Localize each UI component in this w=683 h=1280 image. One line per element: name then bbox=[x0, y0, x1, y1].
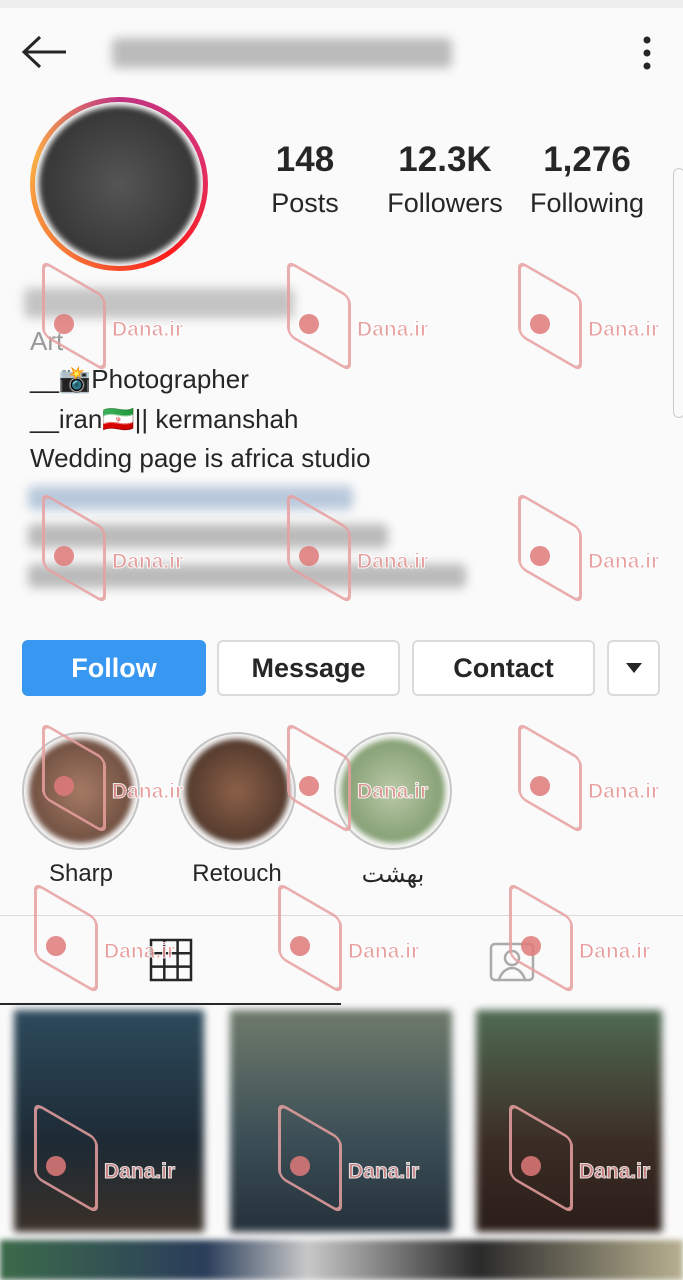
posts-label: Posts bbox=[271, 188, 339, 218]
bio-line: Wedding page is africa studio bbox=[30, 443, 371, 473]
highlight-retouch[interactable] bbox=[178, 732, 296, 850]
tagged-icon bbox=[489, 942, 535, 982]
watermark-logo: Dana.ir bbox=[529, 546, 660, 574]
stat-posts[interactable]: 148 Posts bbox=[235, 140, 375, 219]
more-vertical-icon bbox=[643, 36, 651, 70]
tab-tagged[interactable] bbox=[341, 916, 683, 1004]
suggestions-dropdown-button[interactable] bbox=[607, 640, 660, 696]
highlight-label: Retouch bbox=[192, 860, 282, 887]
followed-by[interactable] bbox=[28, 564, 466, 588]
post-row-partial[interactable] bbox=[0, 1240, 683, 1280]
post-thumbnail[interactable] bbox=[14, 1010, 204, 1232]
profile-avatar[interactable] bbox=[30, 97, 208, 271]
scrollbar[interactable] bbox=[673, 168, 683, 418]
tab-grid[interactable] bbox=[0, 916, 341, 1004]
post-thumbnail[interactable] bbox=[476, 1010, 662, 1232]
watermark-logo: Dana.ir bbox=[529, 314, 660, 342]
username-title bbox=[112, 38, 452, 68]
highlight-label: Sharp bbox=[48, 860, 114, 887]
full-name bbox=[24, 288, 294, 318]
caret-down-icon bbox=[625, 663, 642, 673]
active-tab-indicator bbox=[0, 1003, 341, 1005]
arrow-left-icon bbox=[21, 35, 66, 69]
following-count: 1,276 bbox=[543, 140, 631, 179]
followed-by[interactable] bbox=[28, 524, 388, 548]
followers-label: Followers bbox=[387, 188, 503, 218]
stat-following[interactable]: 1,276 Following bbox=[517, 140, 657, 219]
highlight-behesht[interactable] bbox=[334, 732, 452, 850]
follow-button[interactable]: Follow bbox=[22, 640, 206, 696]
bio-line: __📸Photographer bbox=[30, 364, 249, 394]
watermark-logo: Dana.ir bbox=[529, 776, 660, 804]
following-label: Following bbox=[529, 188, 645, 218]
bio-link[interactable] bbox=[28, 486, 353, 510]
grid-icon bbox=[149, 938, 192, 982]
followers-count: 12.3K bbox=[398, 140, 492, 179]
watermark-logo: Dana.ir bbox=[53, 314, 184, 342]
bio-line: __iran🇮🇷|| kermanshah bbox=[30, 404, 299, 434]
message-button[interactable]: Message bbox=[217, 640, 400, 696]
post-thumbnail[interactable] bbox=[230, 1010, 452, 1232]
stat-followers[interactable]: 12.3K Followers bbox=[375, 140, 515, 219]
contact-button[interactable]: Contact bbox=[412, 640, 595, 696]
back-button[interactable] bbox=[20, 34, 70, 70]
posts-count: 148 bbox=[275, 140, 335, 179]
more-button[interactable] bbox=[636, 36, 658, 70]
watermark-logo: Dana.ir bbox=[298, 314, 429, 342]
highlight-sharp[interactable] bbox=[22, 732, 140, 850]
bio-category: Art bbox=[30, 326, 64, 356]
highlight-label: بهشت bbox=[361, 861, 425, 888]
status-bar bbox=[0, 0, 683, 8]
